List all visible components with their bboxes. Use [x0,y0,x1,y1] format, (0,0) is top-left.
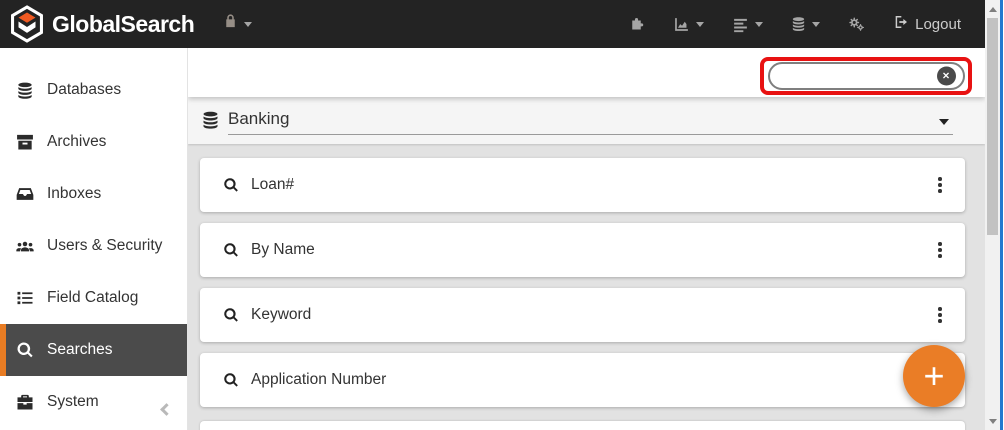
database-dropdown-value: Banking [228,109,289,128]
chevron-down-icon [812,22,820,27]
puzzle-icon [628,16,645,33]
databases-menu-button[interactable] [790,15,820,33]
chevron-down-icon [755,22,763,27]
vertical-scrollbar[interactable] [985,0,1000,430]
brand: GlobalSearch [10,5,194,43]
search-list-item-keyword[interactable]: Keyword [200,288,965,342]
search-icon [222,306,240,324]
search-item-label: Loan# [251,176,294,194]
chevron-left-icon [160,403,173,416]
sidebar-item-field-catalog[interactable]: Field Catalog [0,272,187,324]
database-icon [14,79,36,101]
logout-button[interactable]: Logout [893,14,961,34]
sidebar-item-label: Users & Security [47,237,162,255]
search-item-label: By Name [251,241,315,259]
globalsearch-logo-icon [10,5,44,43]
search-icon [222,176,240,194]
sidebar-item-users-security[interactable]: Users & Security [0,220,187,272]
reports-button[interactable] [672,16,704,33]
sidebar-item-archives[interactable]: Archives [0,116,187,168]
sidebar-collapse-button[interactable] [155,400,173,418]
main-content: × Banking Loan# By Na [188,48,985,430]
navbar-tools: Logout [628,14,985,34]
scrollbar-thumb[interactable] [987,18,998,235]
brand-title: GlobalSearch [52,11,194,38]
sidebar-item-label: Inboxes [47,185,101,203]
inbox-icon [14,183,36,205]
clear-x-icon: × [942,69,949,83]
database-selector-bar: Banking [188,97,985,144]
plus-icon: + [923,358,944,394]
red-highlight-annotation: × [760,57,972,95]
briefcase-icon [14,391,36,413]
sidebar-item-searches[interactable]: Searches [0,324,187,376]
scroll-up-arrow[interactable] [985,2,1000,16]
sidebar-item-label: System [47,393,99,411]
window-edge-highlight [1000,0,1003,430]
search-list-item-application-number[interactable]: Application Number [200,353,965,407]
search-icon [222,371,240,389]
quick-search-input[interactable] [768,62,965,90]
item-options-kebab-icon[interactable] [929,235,951,265]
gears-icon [847,15,866,33]
lock-menu-button[interactable] [222,13,252,35]
triangle-down-icon [989,419,997,424]
workflow-button[interactable] [628,16,645,33]
search-list-item-partial[interactable] [200,421,965,430]
database-icon [200,109,221,136]
clear-search-button[interactable]: × [937,67,956,86]
sidebar-item-databases[interactable]: Databases [0,64,187,116]
settings-button[interactable] [847,15,866,33]
archive-icon [14,131,36,153]
database-dropdown[interactable]: Banking [228,104,953,135]
globalsearch-window: GlobalSearch [0,0,1004,430]
list-bars-icon [731,16,750,33]
field-catalog-icon [14,287,36,309]
item-options-kebab-icon[interactable] [929,300,951,330]
triangle-up-icon [989,7,997,12]
scroll-down-arrow[interactable] [985,414,1000,428]
top-navbar: GlobalSearch [0,0,985,48]
search-icon [222,241,240,259]
area-chart-icon [672,16,691,33]
logout-label: Logout [915,16,961,33]
search-list-item-loan[interactable]: Loan# [200,158,965,212]
lock-icon [222,13,239,35]
chevron-down-icon [244,22,252,27]
users-icon [14,235,36,257]
lists-button[interactable] [731,16,763,33]
item-options-kebab-icon[interactable] [929,170,951,200]
search-item-label: Keyword [251,306,311,324]
chevron-down-icon [696,22,704,27]
search-list-item-by-name[interactable]: By Name [200,223,965,277]
sidebar-item-inboxes[interactable]: Inboxes [0,168,187,220]
left-sidebar: Databases Archives Inboxes Users & Secur… [0,48,188,430]
sidebar-item-label: Searches [47,341,112,359]
database-icon [790,15,807,33]
sidebar-item-label: Archives [47,133,106,151]
caret-down-icon [939,119,949,125]
add-search-fab-button[interactable]: + [903,345,965,407]
sidebar-item-label: Databases [47,81,121,99]
sidebar-item-label: Field Catalog [47,289,138,307]
search-header-bar: × [188,48,985,97]
logout-icon [893,14,909,34]
search-item-label: Application Number [251,371,386,389]
search-icon [14,339,36,361]
